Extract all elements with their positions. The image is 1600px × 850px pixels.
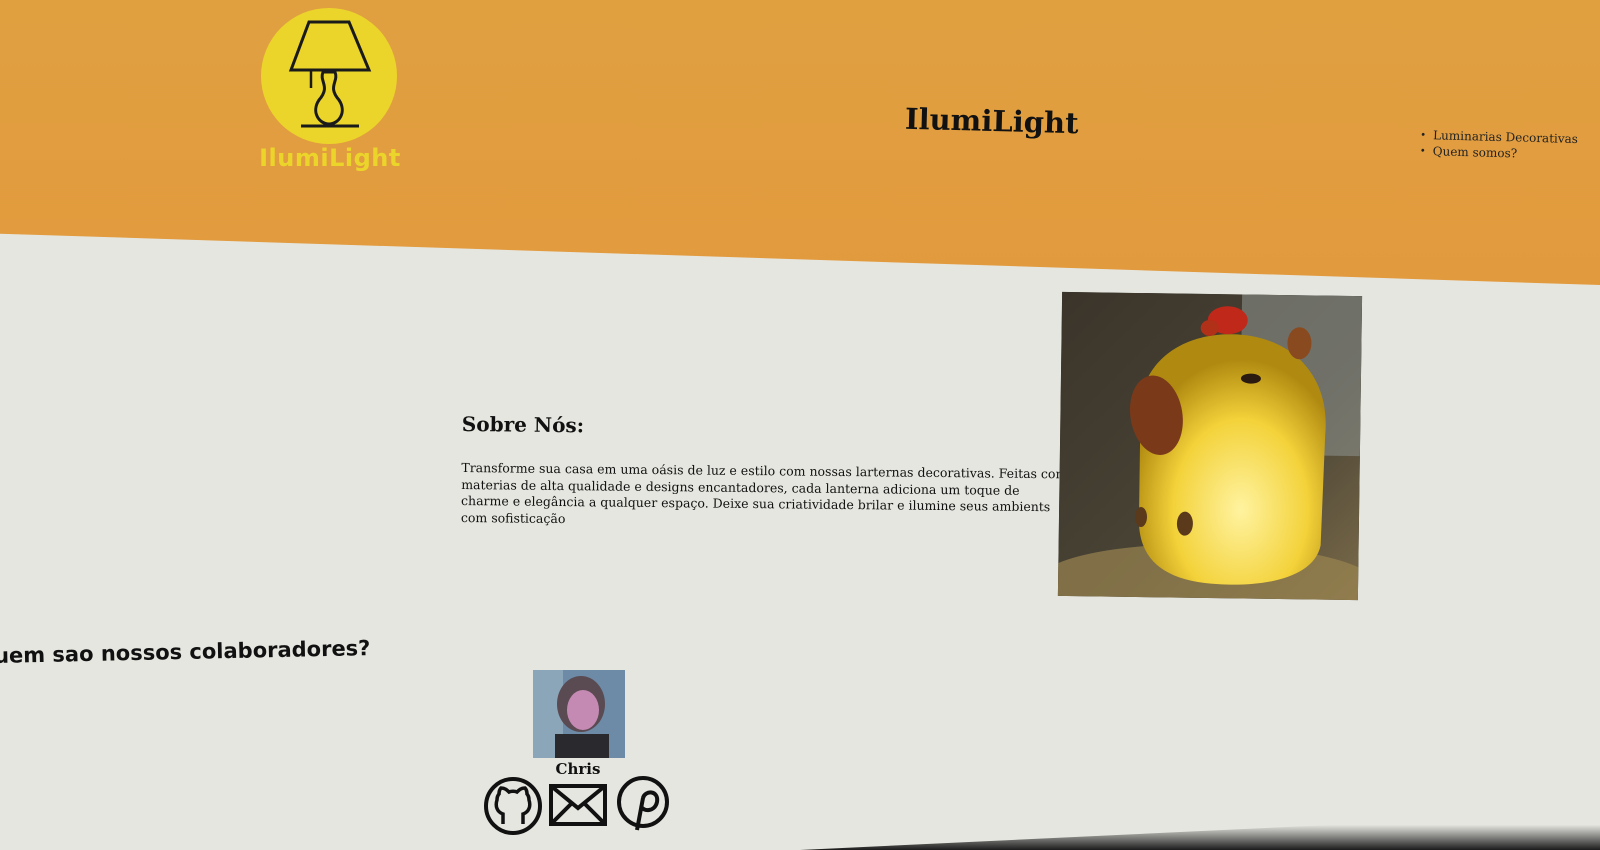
about-section: Sobre Nós: Transforme sua casa em uma oá…	[461, 412, 1072, 532]
taskbar-edge	[800, 812, 1600, 850]
main-nav: Luminarias Decorativas Quem somos?	[1420, 128, 1579, 164]
social-links	[483, 776, 673, 840]
collaborators-heading: uem sao nossos colaboradores?	[0, 636, 371, 668]
lamp-icon	[288, 20, 372, 128]
nav-item-luminarias[interactable]: Luminarias Decorativas	[1420, 128, 1578, 146]
mail-icon[interactable]	[547, 776, 609, 840]
avatar	[533, 670, 625, 758]
logo-circle	[261, 8, 397, 144]
github-icon[interactable]	[483, 776, 543, 840]
logo-text: IlumiLight	[259, 144, 401, 172]
about-text: Transforme sua casa em uma oásis de luz …	[460, 459, 1068, 526]
nav-item-quem-somos[interactable]: Quem somos?	[1420, 144, 1578, 162]
site-title: IlumiLight	[904, 101, 1079, 141]
avatar-photo	[533, 670, 625, 758]
pinterest-icon[interactable]	[613, 776, 673, 840]
about-heading: Sobre Nós:	[461, 412, 585, 438]
site-logo[interactable]: IlumiLight	[255, 8, 405, 178]
capybara-lamp-image	[1057, 291, 1363, 601]
site-header	[0, 0, 1600, 285]
capybara-lamp-photo	[1057, 291, 1363, 601]
